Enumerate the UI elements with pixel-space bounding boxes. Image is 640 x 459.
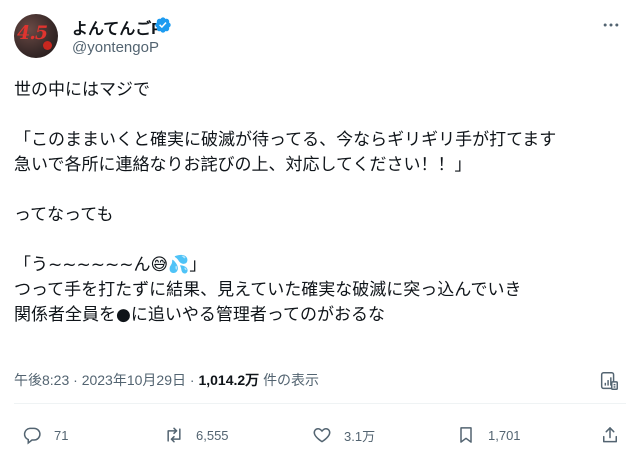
tweet-line: 世の中にはマジで	[14, 80, 150, 100]
tweet-time[interactable]: 午後8:23	[14, 372, 69, 388]
tweet-line: ってなっても	[14, 205, 114, 225]
repost-count: 6,555	[196, 427, 229, 443]
reply-button[interactable]: 71	[22, 424, 68, 446]
repost-icon	[167, 427, 181, 443]
meta-separator: ·	[189, 372, 195, 388]
like-count: 3.1万	[344, 428, 376, 444]
reply-count: 71	[54, 427, 69, 443]
avatar-decoration	[43, 41, 52, 50]
avatar[interactable]: 4.5	[14, 14, 58, 58]
reply-icon	[23, 427, 41, 445]
tweet-header: 4.5 よんてんごP @yontengoP	[14, 12, 626, 62]
bookmark-button[interactable]: 1,701	[456, 424, 521, 446]
more-icon	[603, 23, 619, 27]
like-button[interactable]: 3.1万	[312, 424, 375, 446]
views-label: 件の表示	[263, 372, 320, 388]
tweet-actions: 71 6,555 3.1万 1,701	[14, 420, 626, 454]
tweet-line: 急いで各所に連絡なりお詫びの上、対応してください！！」	[14, 155, 472, 175]
share-icon	[603, 427, 617, 443]
avatar-logo-text: 4.5	[17, 22, 48, 44]
tweet-line: 「う~~~~~~ん😅💦」	[14, 255, 207, 275]
repost-button[interactable]: 6,555	[164, 424, 229, 446]
tweet-line: 関係者全員を●に追いやる管理者ってのがおるな	[14, 305, 385, 325]
tweet-date[interactable]: 2023年10月29日	[82, 372, 186, 388]
verified-badge-icon	[155, 17, 171, 33]
share-button[interactable]	[600, 424, 620, 446]
display-name[interactable]: よんてんごP	[72, 15, 162, 39]
tweet-line	[14, 178, 626, 203]
tweet-body: 世の中にはマジで 「このままいくと確実に破滅が待ってる、今ならギリギリ手が打てま…	[14, 78, 626, 328]
more-options-button[interactable]	[598, 14, 624, 36]
user-handle[interactable]: @yontengoP	[72, 39, 159, 56]
tweet-line	[14, 228, 626, 253]
views-count: 1,014.2万	[198, 372, 260, 388]
analytics-icon[interactable]	[598, 370, 620, 392]
bookmark-count: 1,701	[488, 427, 521, 443]
tweet-line	[14, 103, 626, 128]
heart-icon	[313, 427, 331, 443]
divider	[14, 403, 626, 404]
bookmark-icon	[460, 427, 472, 443]
meta-separator: ·	[73, 372, 78, 388]
tweet-meta: 午後8:23 · 2023年10月29日 · 1,014.2万 件の表示	[14, 370, 626, 392]
tweet-line: 「このままいくと確実に破滅が待ってる、今ならギリギリ手が打てます	[14, 130, 557, 150]
tweet-line: つって手を打たずに結果、見えていた確実な破滅に突っ込んでいき	[14, 280, 522, 300]
